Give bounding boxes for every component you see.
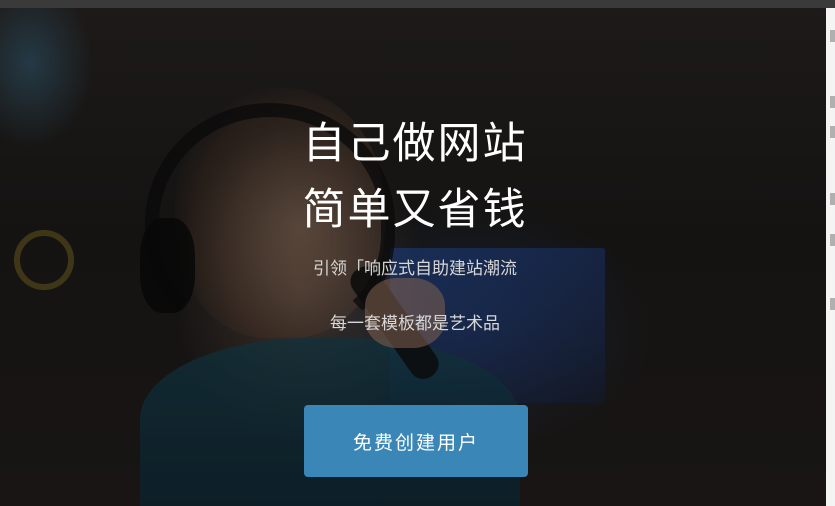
- edge-mark: [830, 193, 835, 205]
- create-user-button[interactable]: 免费创建用户: [304, 405, 528, 477]
- hero-content: 自己做网站 简单又省钱 引领「响应式自助建站潮流 每一套模板都是艺术品 免费创建…: [0, 0, 830, 506]
- hero-title-line2: 简单又省钱: [302, 185, 528, 235]
- edge-mark: [830, 126, 835, 138]
- hero-title-line1: 自己做网站: [302, 119, 528, 169]
- edge-mark: [830, 234, 835, 246]
- hero-subtitle-line2: 每一套模板都是艺术品: [330, 314, 500, 334]
- edge-mark: [830, 30, 835, 42]
- edge-mark: [830, 96, 835, 108]
- hero-subtitle-line1: 引领「响应式自助建站潮流: [313, 259, 517, 279]
- edge-mark: [830, 298, 835, 310]
- page-right-edge: [826, 8, 835, 506]
